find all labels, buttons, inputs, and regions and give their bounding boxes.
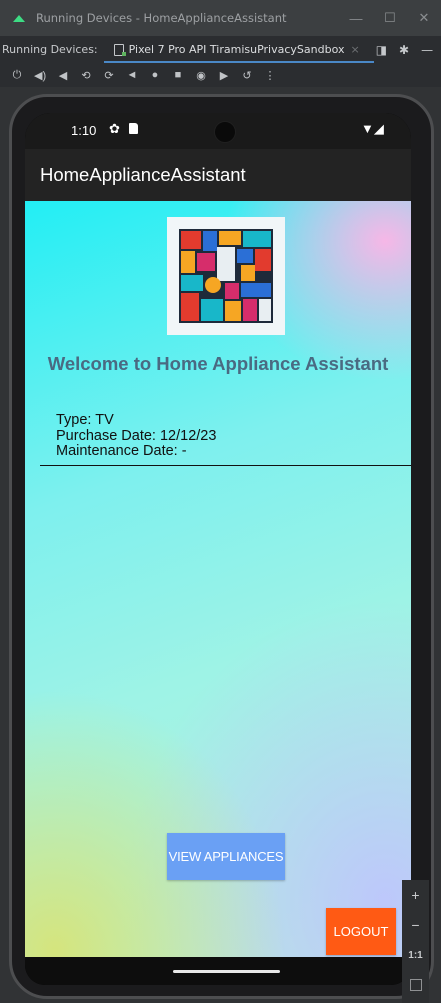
signal-icon: ▼◢ [361, 121, 384, 136]
running-devices-label: Running Devices: [2, 43, 98, 56]
home-icon[interactable]: ● [149, 69, 161, 81]
details-divider [40, 465, 411, 466]
front-camera [214, 121, 236, 143]
snapshot-icon[interactable]: ↺ [241, 69, 253, 82]
zoom-in-button[interactable]: + [402, 880, 429, 910]
gear-icon[interactable]: ✱ [399, 43, 409, 57]
device-screen[interactable]: 1:10 ✿ ▼◢ HomeApplianceAssistant Welcome… [25, 113, 411, 985]
power-icon[interactable]: ⏻ [11, 69, 23, 82]
settings-status-icon: ✿ [109, 121, 120, 136]
appliance-collage-image [167, 217, 285, 335]
welcome-heading: Welcome to Home Appliance Assistant [47, 353, 389, 374]
device-icon [113, 43, 126, 56]
screenshot-icon[interactable]: ◉ [195, 69, 207, 82]
hide-panel-icon[interactable]: — [421, 43, 433, 57]
fit-screen-icon [409, 979, 422, 991]
window-title: Running Devices - HomeApplianceAssistant [36, 11, 287, 25]
minimize-button[interactable]: — [339, 0, 373, 36]
home-gesture-handle[interactable] [173, 970, 280, 973]
close-window-button[interactable]: ✕ [407, 0, 441, 36]
rotate-left-icon[interactable]: ⟲ [80, 69, 92, 82]
appliance-type: Type: TV [56, 412, 114, 428]
app-bar: HomeApplianceAssistant [25, 149, 411, 201]
appliance-details: Type: TV Purchase Date: 12/12/23 Mainten… [56, 412, 217, 460]
running-devices-tab-bar: Running Devices: Pixel 7 Pro API Tiramis… [0, 36, 441, 63]
overview-icon[interactable]: ■ [172, 69, 184, 81]
zoom-controls: + − 1:1 [402, 880, 429, 1003]
app-title: HomeApplianceAssistant [40, 164, 246, 185]
status-time: 1:10 [71, 123, 97, 138]
logout-button[interactable]: LOGOUT [326, 908, 396, 955]
view-appliances-button[interactable]: VIEW APPLIANCES [167, 833, 285, 880]
sd-card-icon [129, 123, 138, 134]
tab-pixel-7-pro[interactable]: Pixel 7 Pro API TiramisuPrivacySandbox × [103, 36, 374, 63]
status-bar: 1:10 ✿ ▼◢ [25, 113, 411, 149]
purchase-date: Purchase Date: 12/12/23 [56, 427, 217, 444]
zoom-out-button[interactable]: − [402, 910, 429, 940]
navigation-bar [25, 957, 411, 985]
screen-record-icon[interactable]: ▶ [218, 69, 230, 82]
tab-device-name: Pixel 7 Pro API TiramisuPrivacySandbox [128, 43, 345, 56]
volume-up-icon[interactable]: ◀) [34, 69, 46, 82]
zoom-actual-size-button[interactable]: 1:1 [402, 940, 429, 970]
back-icon[interactable]: ◄ [126, 69, 138, 81]
main-content: Welcome to Home Appliance Assistant Type… [25, 201, 411, 957]
maximize-button[interactable]: ☐ [373, 0, 407, 36]
ide-title-bar: Running Devices - HomeApplianceAssistant… [0, 0, 441, 36]
maintenance-date: Maintenance Date: - [56, 443, 187, 459]
zoom-fit-button[interactable] [402, 970, 429, 1000]
device-toolbar: ⏻ ◀) ◀ ⟲ ⟳ ◄ ● ■ ◉ ▶ ↺ ⋮ [0, 63, 441, 87]
tab-close-icon[interactable]: × [350, 43, 359, 56]
rotate-right-icon[interactable]: ⟳ [103, 69, 115, 82]
window-layout-icon[interactable]: ◨ [376, 43, 387, 57]
volume-down-icon[interactable]: ◀ [57, 69, 69, 82]
android-studio-icon [12, 13, 26, 23]
more-icon[interactable]: ⋮ [264, 69, 276, 82]
